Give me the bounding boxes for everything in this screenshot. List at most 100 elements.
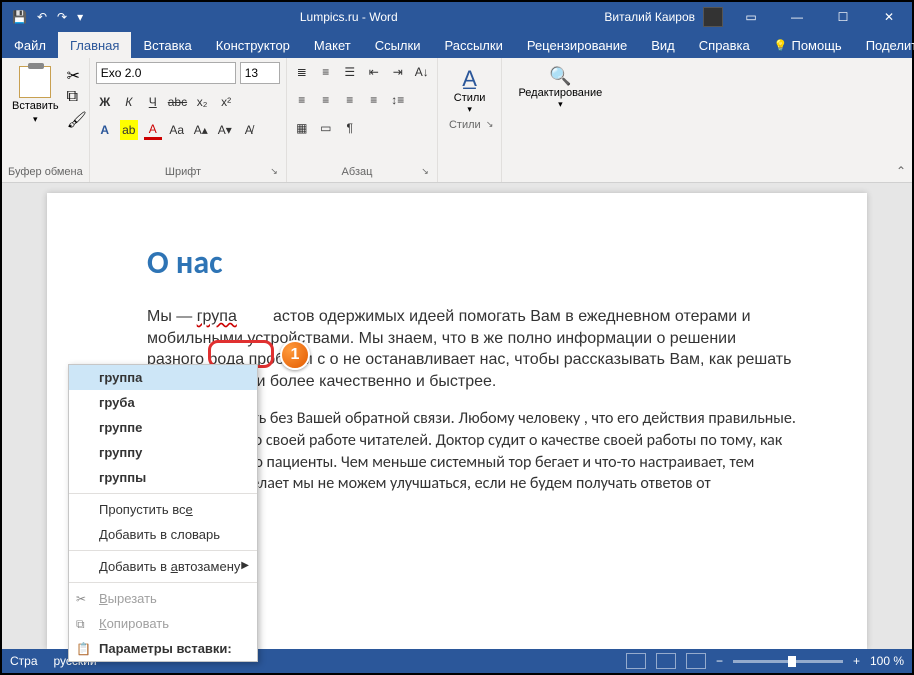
tab-references[interactable]: Ссылки bbox=[363, 32, 433, 58]
share-button[interactable]: Поделиться bbox=[854, 32, 914, 58]
tab-review[interactable]: Рецензирование bbox=[515, 32, 639, 58]
tab-view[interactable]: Вид bbox=[639, 32, 687, 58]
add-to-dictionary[interactable]: Добавить в словарь bbox=[69, 522, 257, 547]
clear-format-button[interactable]: A̸ bbox=[240, 120, 258, 140]
submenu-arrow-icon: ▶ bbox=[241, 560, 249, 571]
zoom-level[interactable]: 100 % bbox=[870, 654, 904, 668]
superscript-button[interactable]: x² bbox=[217, 92, 235, 112]
paste-label: Вставить bbox=[12, 100, 59, 112]
qat-more-icon[interactable]: ▾ bbox=[77, 10, 83, 24]
copy-icon[interactable]: ⧉ bbox=[67, 88, 83, 104]
cut-icon[interactable]: ✂ bbox=[67, 66, 83, 82]
separator bbox=[69, 493, 257, 494]
editing-label: Редактирование bbox=[518, 87, 602, 99]
font-dialog-launcher[interactable]: ↘ bbox=[270, 166, 280, 180]
highlight-button[interactable]: ab bbox=[120, 120, 138, 140]
p1-prefix: Мы — bbox=[147, 308, 197, 325]
tab-file[interactable]: Файл bbox=[2, 32, 58, 58]
heading-1[interactable]: О нас bbox=[147, 243, 797, 282]
minimize-icon[interactable]: — bbox=[774, 2, 820, 32]
suggestion-2[interactable]: груба bbox=[69, 390, 257, 415]
format-painter-icon[interactable]: 🖌 bbox=[67, 110, 83, 126]
change-case-button[interactable]: Aa bbox=[168, 120, 186, 140]
close-icon[interactable]: ✕ bbox=[866, 2, 912, 32]
tab-help[interactable]: Справка bbox=[687, 32, 762, 58]
tab-design[interactable]: Конструктор bbox=[204, 32, 302, 58]
subscript-button[interactable]: x₂ bbox=[193, 92, 211, 112]
group-font: Ж К Ч abc x₂ x² A ab A Aa A▴ A▾ A̸ Шрифт… bbox=[90, 58, 287, 182]
bold-button[interactable]: Ж bbox=[96, 92, 114, 112]
tab-insert[interactable]: Вставка bbox=[131, 32, 203, 58]
page-indicator[interactable]: Стра bbox=[10, 654, 38, 668]
tab-layout[interactable]: Макет bbox=[302, 32, 363, 58]
indent-inc-button[interactable]: ⇥ bbox=[389, 62, 407, 82]
borders-button[interactable]: ▭ bbox=[317, 118, 335, 138]
tell-me[interactable]: Помощь bbox=[762, 32, 854, 58]
ignore-all[interactable]: Пропустить все bbox=[69, 497, 257, 522]
chevron-down-icon: ▾ bbox=[558, 99, 563, 110]
strike-button[interactable]: abc bbox=[168, 92, 187, 112]
shrink-font-button[interactable]: A▾ bbox=[216, 120, 234, 140]
indent-dec-button[interactable]: ⇤ bbox=[365, 62, 383, 82]
editing-button[interactable]: 🔍 Редактирование ▾ bbox=[508, 62, 612, 114]
misspelled-word[interactable]: група bbox=[197, 308, 237, 325]
multilevel-button[interactable]: ☰ bbox=[341, 62, 359, 82]
zoom-out-button[interactable]: − bbox=[716, 654, 723, 668]
suggestion-1[interactable]: группа bbox=[69, 365, 257, 390]
suggestion-3[interactable]: группе bbox=[69, 415, 257, 440]
paste-button[interactable]: Вставить ▾ bbox=[8, 62, 63, 129]
redo-icon[interactable]: ↷ bbox=[57, 10, 67, 24]
italic-button[interactable]: К bbox=[120, 92, 138, 112]
align-left-button[interactable]: ≡ bbox=[293, 90, 311, 110]
styles-dialog-launcher[interactable]: ↘ bbox=[486, 119, 496, 133]
font-color-button[interactable]: A bbox=[144, 120, 162, 140]
group-styles: A̲ Стили ▾ Стили ↘ bbox=[438, 58, 503, 182]
avatar[interactable] bbox=[703, 7, 723, 27]
align-justify-button[interactable]: ≡ bbox=[365, 90, 383, 110]
underline-button[interactable]: Ч bbox=[144, 92, 162, 112]
font-size-combo[interactable] bbox=[240, 62, 280, 84]
tab-mailings[interactable]: Рассылки bbox=[432, 32, 514, 58]
print-layout-icon[interactable] bbox=[656, 653, 676, 669]
ribbon-tabs: Файл Главная Вставка Конструктор Макет С… bbox=[2, 32, 912, 58]
separator bbox=[69, 582, 257, 583]
ribbon-display-icon[interactable]: ▭ bbox=[728, 2, 774, 32]
suggestion-4[interactable]: группу bbox=[69, 440, 257, 465]
spelling-context-menu: группа груба группе группу группы Пропус… bbox=[68, 364, 258, 662]
group-label-styles: Стили bbox=[444, 119, 486, 133]
tab-home[interactable]: Главная bbox=[58, 32, 131, 58]
read-mode-icon[interactable] bbox=[626, 653, 646, 669]
zoom-in-button[interactable]: + bbox=[853, 654, 860, 668]
suggestion-5[interactable]: группы bbox=[69, 465, 257, 490]
separator bbox=[69, 550, 257, 551]
paste-icon: 📋 bbox=[76, 642, 91, 656]
zoom-slider[interactable] bbox=[733, 660, 843, 663]
grow-font-button[interactable]: A▴ bbox=[192, 120, 210, 140]
window-controls: ▭ — ☐ ✕ bbox=[728, 2, 912, 32]
align-center-button[interactable]: ≡ bbox=[317, 90, 335, 110]
shading-button[interactable]: ▦ bbox=[293, 118, 311, 138]
undo-icon[interactable]: ↶ bbox=[37, 10, 47, 24]
font-name-combo[interactable] bbox=[96, 62, 236, 84]
text-effects-button[interactable]: A bbox=[96, 120, 114, 140]
bullets-button[interactable]: ≣ bbox=[293, 62, 311, 82]
web-layout-icon[interactable] bbox=[686, 653, 706, 669]
add-to-autocorrect[interactable]: Добавить в автозамену▶ bbox=[69, 554, 257, 579]
numbering-button[interactable]: ≡ bbox=[317, 62, 335, 82]
sort-button[interactable]: A↓ bbox=[413, 62, 431, 82]
paragraph-dialog-launcher[interactable]: ↘ bbox=[421, 166, 431, 180]
chevron-down-icon: ▾ bbox=[33, 114, 38, 125]
copy-item: ⧉Копировать bbox=[69, 611, 257, 636]
align-right-button[interactable]: ≡ bbox=[341, 90, 359, 110]
show-marks-button[interactable]: ¶ bbox=[341, 118, 359, 138]
user-area[interactable]: Виталий Каиров bbox=[604, 7, 728, 27]
save-icon[interactable]: 💾 bbox=[12, 10, 27, 24]
styles-button[interactable]: A̲ Стили ▾ bbox=[444, 62, 496, 119]
group-clipboard: Вставить ▾ ✂ ⧉ 🖌 Буфер обмена bbox=[2, 58, 90, 182]
quick-access-toolbar: 💾 ↶ ↷ ▾ bbox=[2, 10, 93, 24]
maximize-icon[interactable]: ☐ bbox=[820, 2, 866, 32]
paste-options[interactable]: 📋Параметры вставки: bbox=[69, 636, 257, 661]
line-spacing-button[interactable]: ↕≡ bbox=[389, 90, 407, 110]
collapse-ribbon-icon[interactable]: ⌃ bbox=[896, 164, 906, 178]
group-editing: 🔍 Редактирование ▾ bbox=[502, 58, 618, 182]
